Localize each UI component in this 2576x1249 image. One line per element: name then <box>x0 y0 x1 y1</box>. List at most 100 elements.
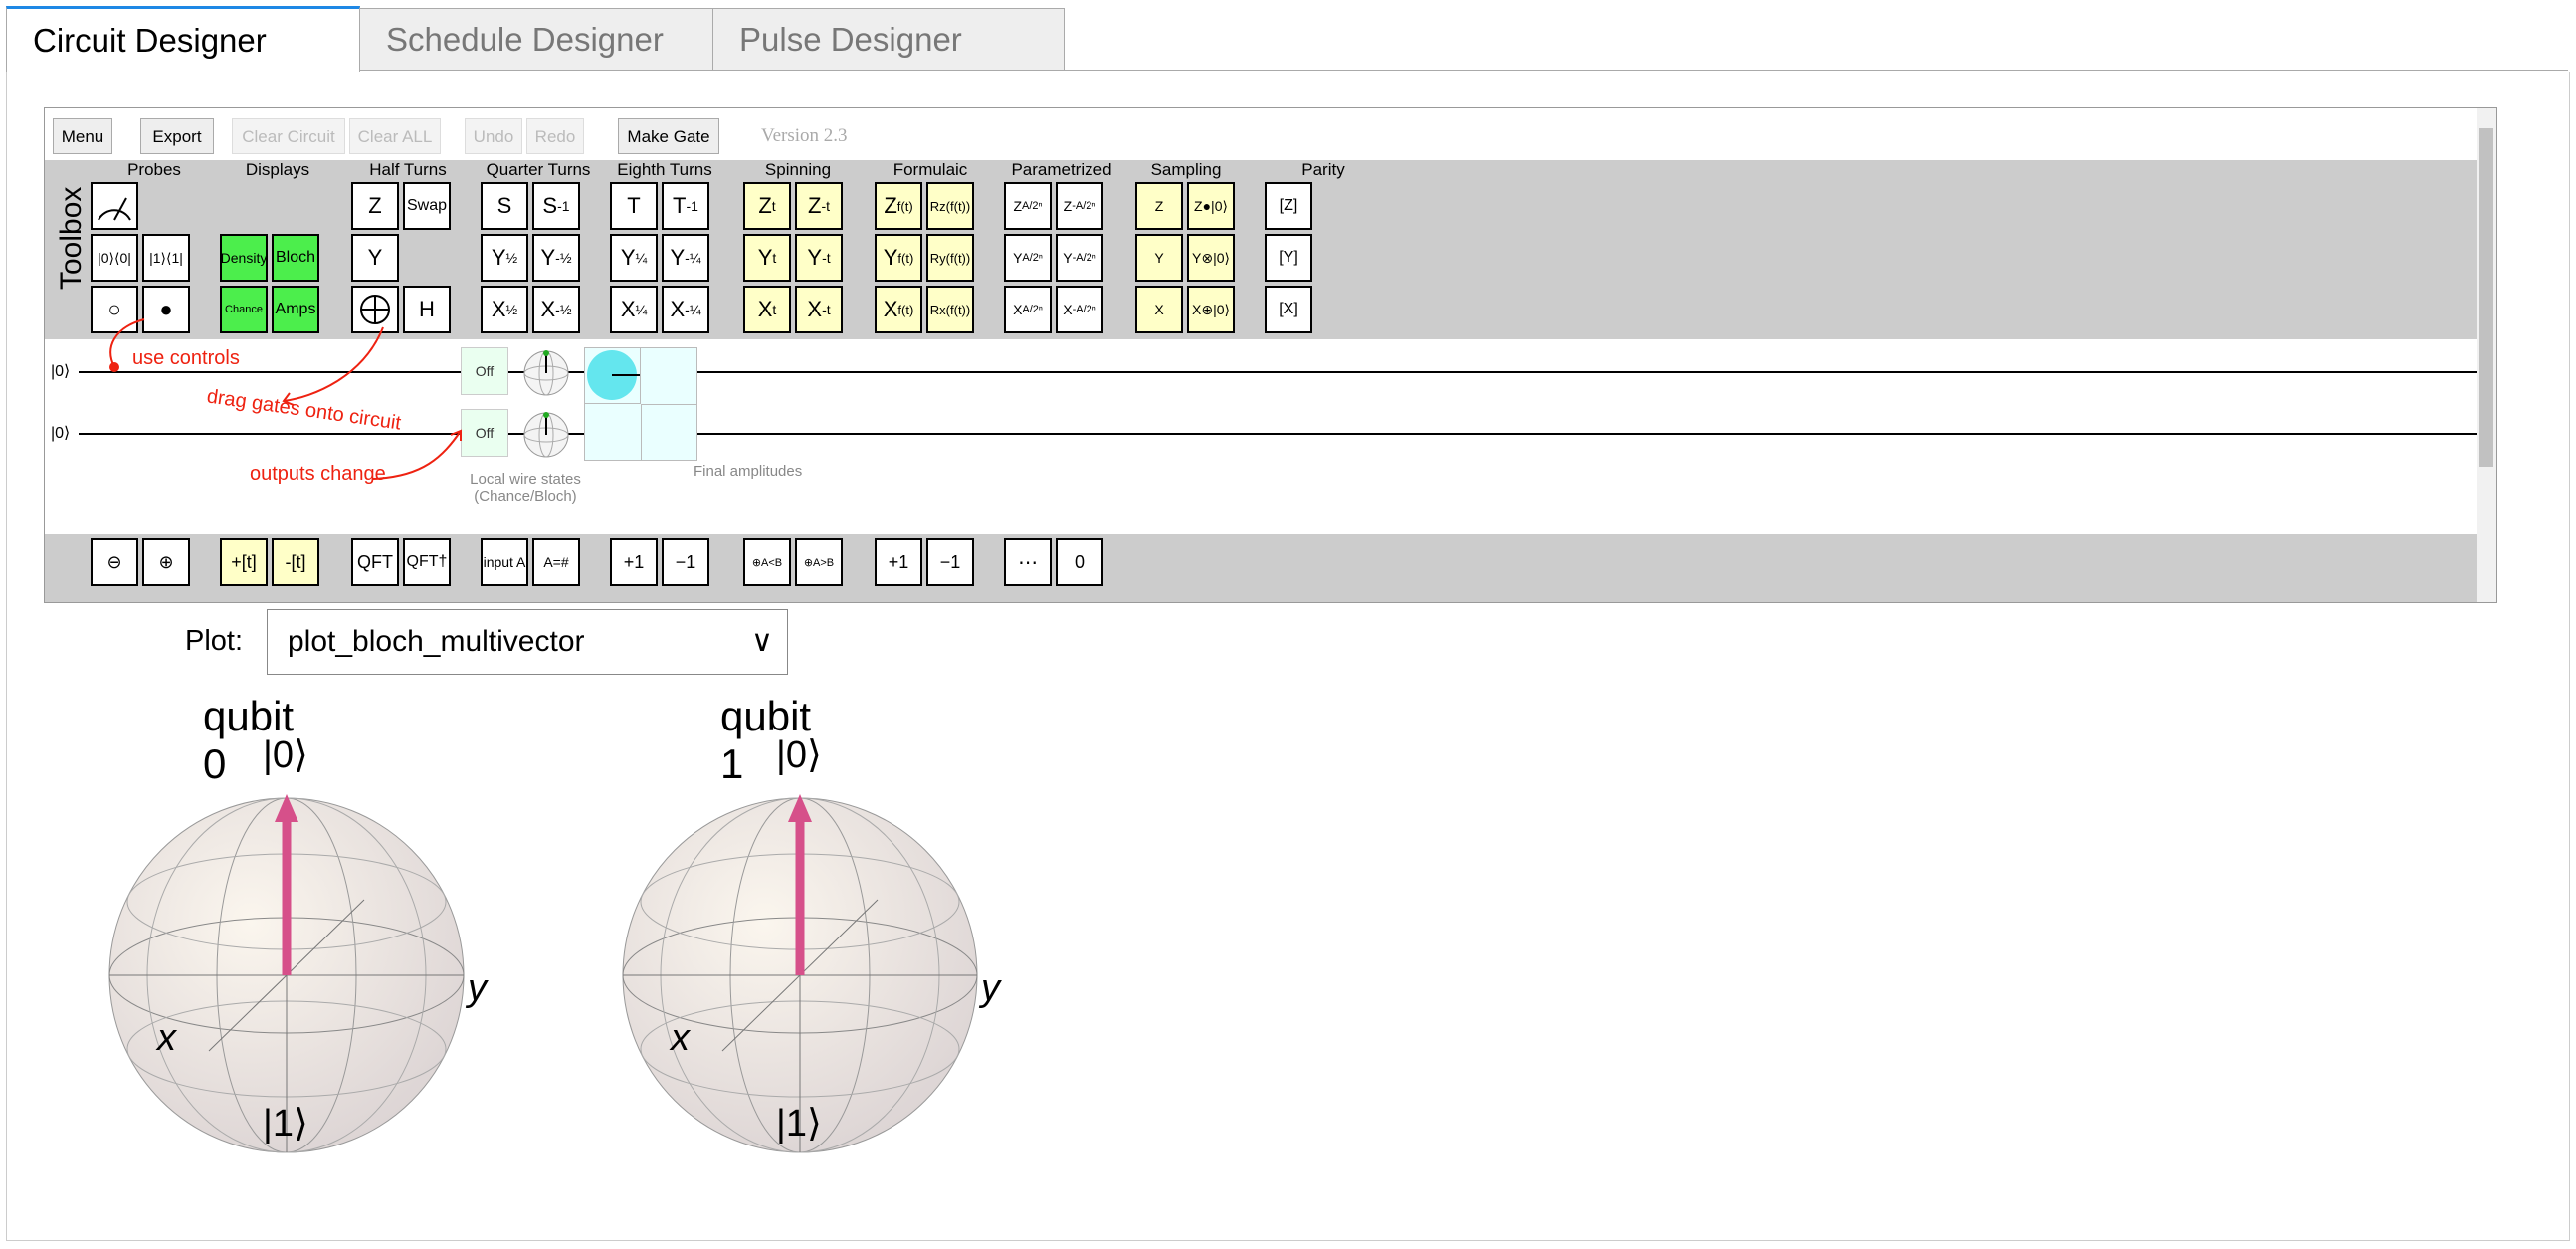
z-detector-gate[interactable]: Z <box>1135 182 1183 230</box>
sub-t-gate[interactable]: -[t] <box>272 538 319 586</box>
y-detect-control-gate[interactable]: Y⊗|0⟩ <box>1187 234 1235 282</box>
qft-gate[interactable]: QFT <box>351 538 399 586</box>
group-displays: Displays <box>245 160 310 179</box>
minus-one-mod-gate[interactable]: −1 <box>926 538 974 586</box>
set-a-gate[interactable]: A=# <box>532 538 580 586</box>
group-sampling: Sampling <box>1150 160 1222 179</box>
z-gate[interactable]: Z <box>351 182 399 230</box>
tab-circuit-designer[interactable]: Circuit Designer <box>6 6 360 72</box>
plus-one-mod-gate[interactable]: +1 <box>875 538 922 586</box>
y-quarter-gate[interactable]: Y¼ <box>610 234 658 282</box>
group-eighth-turns: Eighth Turns <box>617 160 712 179</box>
plus-one-gate[interactable]: +1 <box>610 538 658 586</box>
tab-pulse-designer[interactable]: Pulse Designer <box>712 8 1065 70</box>
editor-scrollbar[interactable] <box>2477 108 2496 602</box>
group-formulaic: Formulaic <box>892 160 968 179</box>
y-minus-t-gate[interactable]: Y -t <box>795 234 843 282</box>
z-param-gate[interactable]: Z A/2ⁿ <box>1004 182 1052 230</box>
redo-button[interactable]: Redo <box>526 118 584 154</box>
clear-circuit-button[interactable]: Clear Circuit <box>232 118 345 154</box>
amplitude-display[interactable] <box>584 347 697 461</box>
input-a-gate[interactable]: input A <box>481 538 528 586</box>
ket-0-label: |0⟩ <box>263 734 308 776</box>
qft-inverse-gate[interactable]: QFT† <box>403 538 451 586</box>
ket-0-label: |0⟩ <box>776 734 822 776</box>
y-axis-label: y <box>468 967 487 1009</box>
xor-a-less-b-gate[interactable]: ⊕A<B <box>743 538 791 586</box>
rz-ft-gate[interactable]: Rz(f(t)) <box>926 182 974 230</box>
chevron-down-icon: ∨ <box>751 625 773 658</box>
menu-button[interactable]: Menu <box>53 118 112 154</box>
plot-label: Plot: <box>185 625 244 657</box>
x-minus-param-gate[interactable]: X -A/2ⁿ <box>1056 286 1103 333</box>
x-minus-quarter-gate[interactable]: X -¼ <box>662 286 709 333</box>
z-minus-t-gate[interactable]: Z -t <box>795 182 843 230</box>
x-parity-gate[interactable]: [X] <box>1265 286 1312 333</box>
postselect-on-gate[interactable]: |1⟩⟨1| <box>142 234 190 282</box>
group-probes: Probes <box>127 160 181 179</box>
group-parametrized: Parametrized <box>1011 160 1112 179</box>
y-detector-gate[interactable]: Y <box>1135 234 1183 282</box>
y-half-gate[interactable]: Y½ <box>481 234 528 282</box>
local-states-label: Local wire states (Chance/Bloch) <box>470 471 581 505</box>
s-inverse-gate[interactable]: S -1 <box>532 182 580 230</box>
y-t-gate[interactable]: Yt <box>743 234 791 282</box>
toolbox-title: Toolbox <box>55 186 88 290</box>
z-ft-gate[interactable]: Zf(t) <box>875 182 922 230</box>
y-minus-param-gate[interactable]: Y -A/2ⁿ <box>1056 234 1103 282</box>
spacer-gate[interactable]: ⋯ <box>1004 538 1052 586</box>
decrement-gate[interactable]: ⊖ <box>91 538 138 586</box>
x-minus-t-gate[interactable]: X -t <box>795 286 843 333</box>
tab-divider <box>358 70 2568 71</box>
bloch-sphere-graphic <box>108 794 465 1153</box>
make-gate-button[interactable]: Make Gate <box>618 118 719 154</box>
postselect-off-gate[interactable]: |0⟩⟨0| <box>91 234 138 282</box>
ry-ft-gate[interactable]: Ry(f(t)) <box>926 234 974 282</box>
x-detect-control-gate[interactable]: X⊕|0⟩ <box>1187 286 1235 333</box>
ket-1-label: |1⟩ <box>263 1103 308 1145</box>
bloch-sphere-graphic <box>622 794 978 1153</box>
x-axis-label: x <box>157 1017 176 1059</box>
y-param-gate[interactable]: Y A/2ⁿ <box>1004 234 1052 282</box>
density-display[interactable]: Density <box>220 234 268 282</box>
increment-gate[interactable]: ⊕ <box>142 538 190 586</box>
group-parity: Parity <box>1301 160 1345 179</box>
swap-gate[interactable]: Swap <box>403 182 451 230</box>
y-minus-quarter-gate[interactable]: Y -¼ <box>662 234 709 282</box>
ket-1-label: |1⟩ <box>776 1103 822 1145</box>
tab-schedule-designer[interactable]: Schedule Designer <box>359 8 713 70</box>
y-minus-half-gate[interactable]: Y -½ <box>532 234 580 282</box>
bloch-display[interactable]: Bloch <box>272 234 319 282</box>
x-axis-label: x <box>671 1017 690 1059</box>
version-label: Version 2.3 <box>761 125 848 146</box>
x-quarter-gate[interactable]: X¼ <box>610 286 658 333</box>
clear-all-button[interactable]: Clear ALL <box>349 118 441 154</box>
plot-select[interactable]: plot_bloch_multivector ∨ <box>267 609 788 675</box>
y-gate[interactable]: Y <box>351 234 399 282</box>
y-ft-gate[interactable]: Yf(t) <box>875 234 922 282</box>
export-button[interactable]: Export <box>140 118 214 154</box>
t-gate[interactable]: T <box>610 182 658 230</box>
group-spinning: Spinning <box>764 160 832 179</box>
z-t-gate[interactable]: Zt <box>743 182 791 230</box>
y-parity-gate[interactable]: [Y] <box>1265 234 1312 282</box>
x-detector-gate[interactable]: X <box>1135 286 1183 333</box>
scrollbar-thumb[interactable] <box>2479 128 2493 467</box>
xor-a-greater-b-gate[interactable]: ⊕A>B <box>795 538 843 586</box>
t-inverse-gate[interactable]: T -1 <box>662 182 709 230</box>
z-detect-control-gate[interactable]: Z●|0⟩ <box>1187 182 1235 230</box>
zero-gate[interactable]: 0 <box>1056 538 1103 586</box>
x-t-gate[interactable]: Xt <box>743 286 791 333</box>
z-minus-param-gate[interactable]: Z -A/2ⁿ <box>1056 182 1103 230</box>
z-parity-gate[interactable]: [Z] <box>1265 182 1312 230</box>
rx-ft-gate[interactable]: Rx(f(t)) <box>926 286 974 333</box>
final-amplitudes-label: Final amplitudes <box>694 463 803 480</box>
measure-gate[interactable] <box>91 182 138 230</box>
minus-one-gate[interactable]: −1 <box>662 538 709 586</box>
add-t-gate[interactable]: +[t] <box>220 538 268 586</box>
s-gate[interactable]: S <box>481 182 528 230</box>
undo-button[interactable]: Undo <box>465 118 522 154</box>
quirk-editor: Menu Export Clear Circuit Clear ALL Undo… <box>44 107 2497 603</box>
x-param-gate[interactable]: X A/2ⁿ <box>1004 286 1052 333</box>
x-ft-gate[interactable]: Xf(t) <box>875 286 922 333</box>
